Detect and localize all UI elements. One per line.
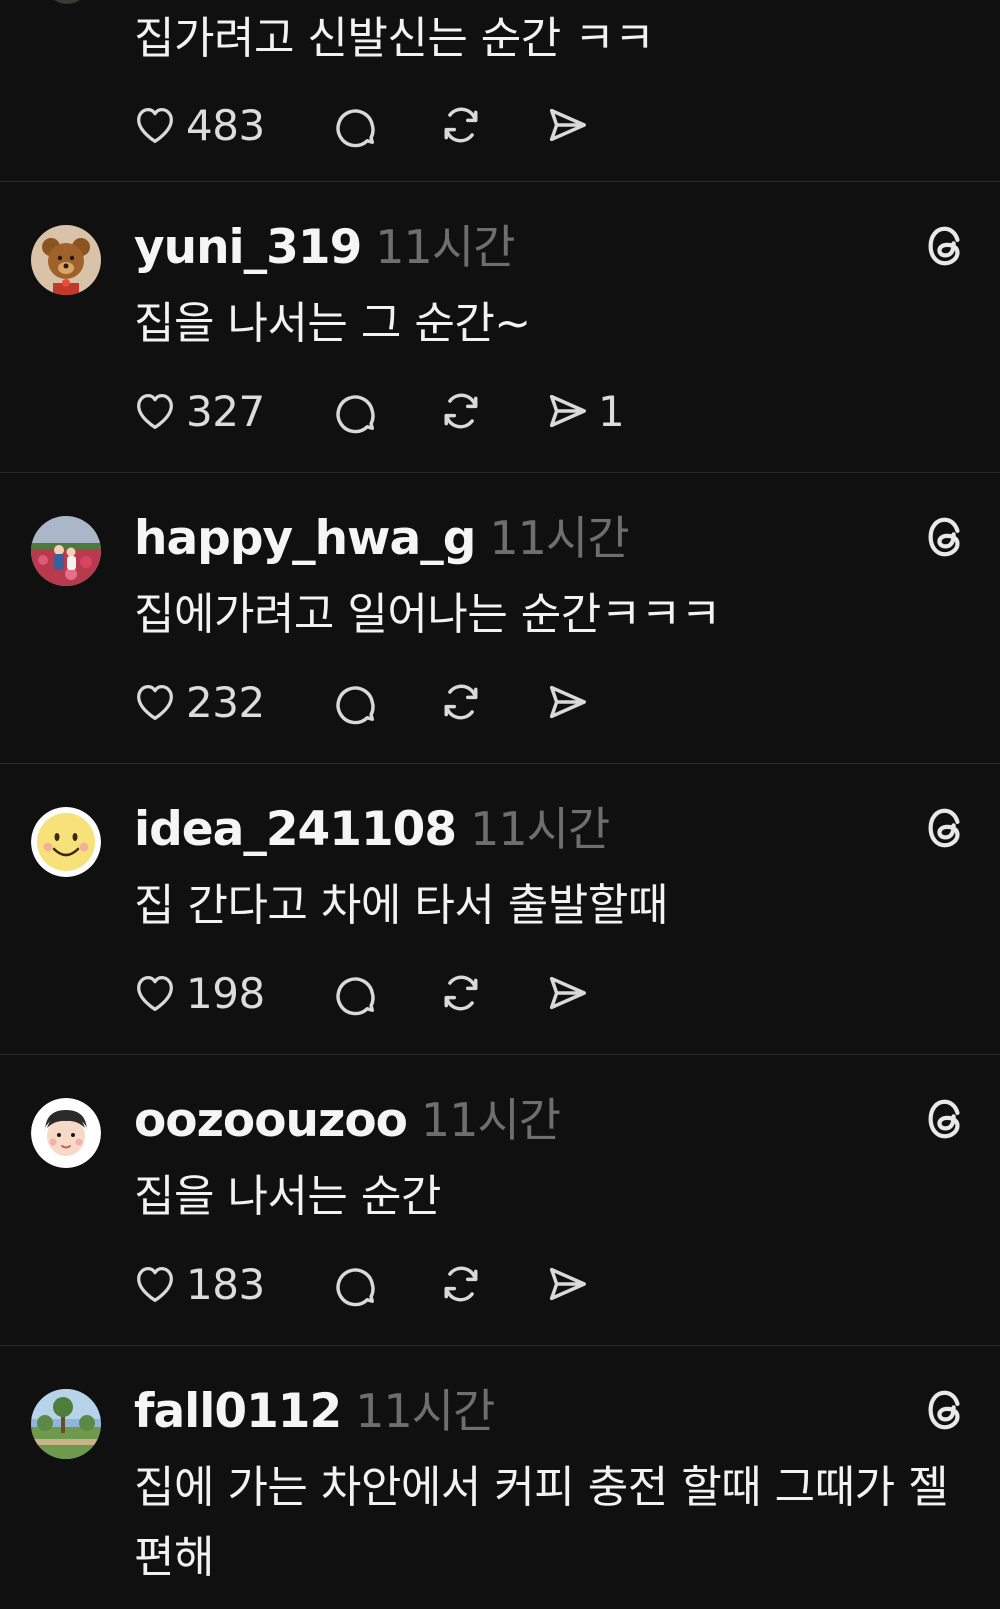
reply-post: fall0112 11시간 집에 가는 차안에서 커피 충전 할때 그때가 젤 … xyxy=(0,1345,1000,1609)
repost-button[interactable] xyxy=(438,679,544,725)
reply-text: 집을 나서는 순간 xyxy=(134,1171,441,1222)
repost-button[interactable] xyxy=(438,388,544,434)
repost-arrows-icon xyxy=(438,970,484,1016)
username[interactable]: happy_hwa_g xyxy=(134,511,476,566)
share-button[interactable] xyxy=(544,970,590,1016)
speech-bubble-icon xyxy=(332,679,378,725)
heart-outline-icon xyxy=(132,1261,178,1307)
like-count: 183 xyxy=(186,1259,265,1309)
share-button[interactable] xyxy=(544,679,590,725)
username[interactable]: fall0112 xyxy=(134,1384,342,1439)
avatar[interactable] xyxy=(31,225,101,295)
send-icon xyxy=(544,679,590,725)
repost-arrows-icon xyxy=(438,679,484,725)
repost-arrows-icon xyxy=(438,1261,484,1307)
like-button[interactable]: 183 xyxy=(132,1260,332,1309)
avatar[interactable] xyxy=(31,516,101,586)
speech-bubble-icon xyxy=(332,102,378,148)
like-count: 198 xyxy=(186,968,265,1018)
reply-button[interactable] xyxy=(332,970,438,1016)
reply-text: 집을 나서는 그 순간~ xyxy=(134,298,531,349)
reply-post: 집가려고 신발신는 순간 ㅋㅋ 483 xyxy=(0,0,1000,182)
speech-bubble-icon xyxy=(332,1261,378,1307)
share-button[interactable] xyxy=(544,102,590,148)
share-button[interactable]: 1 xyxy=(544,386,625,436)
reply-button[interactable] xyxy=(332,102,438,148)
action-bar: 198 xyxy=(132,967,590,1019)
speech-bubble-icon xyxy=(332,970,378,1016)
avatar[interactable] xyxy=(31,1389,101,1459)
like-button[interactable]: 232 xyxy=(132,678,332,727)
action-bar: 327 1 xyxy=(132,385,625,437)
reply-button[interactable] xyxy=(332,679,438,725)
timestamp: 11시간 xyxy=(375,220,515,274)
reply-text: 집에 가는 차안에서 커피 충전 할때 그때가 젤 편해 xyxy=(134,1462,949,1583)
username[interactable]: oozoouzoo xyxy=(134,1093,408,1148)
timestamp: 11시간 xyxy=(355,1384,495,1438)
threads-logo-icon[interactable] xyxy=(922,514,968,560)
reply-button[interactable] xyxy=(332,388,438,434)
threads-logo-icon[interactable] xyxy=(922,805,968,851)
speech-bubble-icon xyxy=(332,388,378,434)
send-icon xyxy=(544,970,590,1016)
action-bar: 183 xyxy=(132,1258,590,1310)
reply-button[interactable] xyxy=(332,1261,438,1307)
post-header: idea_241108 11시간 xyxy=(134,793,610,857)
reply-text: 집에가려고 일어나는 순간ㅋㅋㅋ xyxy=(134,589,721,640)
like-count: 327 xyxy=(186,386,265,436)
like-button[interactable]: 198 xyxy=(132,969,332,1018)
avatar[interactable] xyxy=(31,807,101,877)
avatar[interactable] xyxy=(31,1098,101,1168)
reply-post: happy_hwa_g 11시간 집에가려고 일어나는 순간ㅋㅋㅋ 232 xyxy=(0,472,1000,764)
reply-post: yuni_319 11시간 집을 나서는 그 순간~ 327 1 xyxy=(0,181,1000,473)
repost-arrows-icon xyxy=(438,388,484,434)
post-header: yuni_319 11시간 xyxy=(134,211,515,275)
like-button[interactable]: 483 xyxy=(132,101,332,150)
send-icon xyxy=(544,388,590,434)
heart-outline-icon xyxy=(132,388,178,434)
like-count: 483 xyxy=(186,100,265,150)
threads-logo-icon[interactable] xyxy=(922,1096,968,1142)
like-button[interactable]: 327 xyxy=(132,387,332,436)
username[interactable]: yuni_319 xyxy=(134,220,362,275)
repost-button[interactable] xyxy=(438,1261,544,1307)
threads-logo-icon[interactable] xyxy=(922,223,968,269)
repost-button[interactable] xyxy=(438,102,544,148)
threads-logo-icon[interactable] xyxy=(922,1387,968,1433)
heart-outline-icon xyxy=(132,679,178,725)
avatar[interactable] xyxy=(45,0,89,4)
heart-outline-icon xyxy=(132,102,178,148)
action-bar: 483 xyxy=(132,99,590,151)
username[interactable]: idea_241108 xyxy=(134,802,457,857)
timestamp: 11시간 xyxy=(420,1093,561,1147)
timestamp: 11시간 xyxy=(470,802,610,856)
send-icon xyxy=(544,102,590,148)
post-header: fall0112 11시간 xyxy=(134,1375,495,1439)
repost-arrows-icon xyxy=(438,102,484,148)
reply-post: idea_241108 11시간 집 간다고 차에 타서 출발할때 198 xyxy=(0,763,1000,1055)
send-icon xyxy=(544,1261,590,1307)
reply-text: 집 간다고 차에 타서 출발할때 xyxy=(134,880,668,931)
share-button[interactable] xyxy=(544,1261,590,1307)
action-bar: 232 xyxy=(132,676,590,728)
reply-post: oozoouzoo 11시간 집을 나서는 순간 183 xyxy=(0,1054,1000,1346)
timestamp: 11시간 xyxy=(489,511,629,565)
repost-button[interactable] xyxy=(438,970,544,1016)
share-count: 1 xyxy=(598,386,625,436)
post-header: happy_hwa_g 11시간 xyxy=(134,502,630,566)
like-count: 232 xyxy=(186,677,265,727)
reply-text: 집가려고 신발신는 순간 ㅋㅋ xyxy=(134,13,655,64)
heart-outline-icon xyxy=(132,970,178,1016)
post-header: oozoouzoo 11시간 xyxy=(134,1084,561,1148)
